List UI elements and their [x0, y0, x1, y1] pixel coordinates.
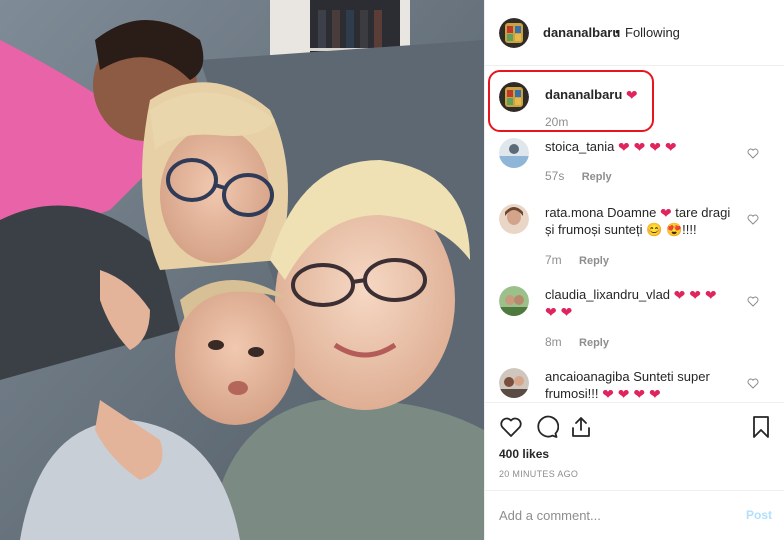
- add-comment-bar: Add a comment... Post: [485, 490, 784, 540]
- comment-text: stoica_tania ❤ ❤ ❤ ❤: [545, 138, 745, 155]
- comment-body: tare dragi: [675, 205, 731, 220]
- hearts-emoji: ❤ ❤ ❤ ❤: [618, 139, 677, 155]
- heart-outline-icon[interactable]: [499, 415, 523, 439]
- header-username[interactable]: dananalbaru: [543, 25, 620, 40]
- avatar-image: [499, 18, 529, 48]
- reply-button[interactable]: Reply: [582, 171, 612, 183]
- comment-time: 7m: [545, 253, 562, 267]
- following-button[interactable]: Following: [625, 25, 680, 40]
- comment-time: 57s: [545, 169, 565, 183]
- post-comment-button[interactable]: Post: [746, 508, 772, 522]
- comment-meta: 57s Reply: [545, 169, 612, 183]
- share-arrow-icon[interactable]: [569, 415, 593, 439]
- comment-item: rata.mona Doamne ❤ tare dragi și frumoși…: [485, 202, 784, 270]
- reply-button[interactable]: Reply: [579, 337, 609, 349]
- highlight-annotation: [488, 70, 654, 132]
- comment-body: !!!!: [682, 222, 697, 237]
- heart-emoji: ❤: [659, 205, 672, 221]
- post-header: dananalbaru • Following: [485, 0, 784, 66]
- hearts-emoji: ❤ ❤: [545, 304, 573, 320]
- instagram-post: dananalbaru • Following dananalbaru ❤ 20…: [0, 0, 784, 540]
- comment-time: 8m: [545, 335, 562, 349]
- action-bar: 400 likes 20 MINUTES AGO: [485, 402, 784, 500]
- separator-dot: •: [615, 24, 620, 39]
- post-timestamp: 20 MINUTES AGO: [499, 469, 579, 479]
- avatar[interactable]: [499, 138, 529, 168]
- reply-button[interactable]: Reply: [579, 255, 609, 267]
- like-comment-heart-icon[interactable]: [747, 148, 759, 159]
- comment-meta: 7m Reply: [545, 253, 609, 267]
- like-comment-heart-icon[interactable]: [747, 214, 759, 225]
- hearts-emoji: ❤ ❤ ❤ ❤: [602, 386, 661, 402]
- comment-username[interactable]: claudia_lixandru_vlad: [545, 287, 670, 302]
- likes-count[interactable]: 400 likes: [499, 447, 549, 461]
- comment-body: Sunteti super: [633, 369, 710, 384]
- comment-username[interactable]: ancaioanagiba: [545, 369, 630, 384]
- avatar-image: [499, 368, 529, 398]
- emoji: 😊 😍: [646, 222, 683, 237]
- comment-body: frumosi!!!: [545, 386, 599, 401]
- comment-username[interactable]: rata.mona: [545, 205, 604, 220]
- comment-item: stoica_tania ❤ ❤ ❤ ❤ 57s Reply: [485, 136, 784, 188]
- like-comment-heart-icon[interactable]: [747, 378, 759, 389]
- avatar[interactable]: [499, 18, 529, 48]
- bookmark-icon[interactable]: [749, 415, 773, 439]
- comment-bubble-icon[interactable]: [535, 415, 559, 439]
- post-photo[interactable]: [0, 0, 484, 540]
- comment-text: claudia_lixandru_vlad ❤ ❤ ❤ ❤ ❤: [545, 286, 745, 320]
- comment-item: ancaioanagiba Sunteti super frumosi!!! ❤…: [485, 366, 784, 402]
- avatar[interactable]: [499, 286, 529, 316]
- avatar-image: [499, 204, 529, 234]
- hearts-emoji: ❤ ❤ ❤: [673, 287, 717, 303]
- avatar[interactable]: [499, 368, 529, 398]
- comment-item: claudia_lixandru_vlad ❤ ❤ ❤ ❤ ❤ 8m Reply: [485, 284, 784, 352]
- comment-username[interactable]: stoica_tania: [545, 139, 614, 154]
- comment-body: și frumoși sunteți: [545, 222, 643, 237]
- avatar-image: [499, 286, 529, 316]
- avatar-image: [499, 138, 529, 168]
- comment-meta: 8m Reply: [545, 335, 609, 349]
- like-comment-heart-icon[interactable]: [747, 296, 759, 307]
- comment-body: Doamne: [607, 205, 657, 220]
- avatar[interactable]: [499, 204, 529, 234]
- comment-text: rata.mona Doamne ❤ tare dragi și frumoși…: [545, 204, 745, 238]
- add-comment-input[interactable]: Add a comment...: [499, 508, 601, 523]
- family-selfie-image: [0, 0, 484, 540]
- comment-text: ancaioanagiba Sunteti super frumosi!!! ❤…: [545, 368, 745, 402]
